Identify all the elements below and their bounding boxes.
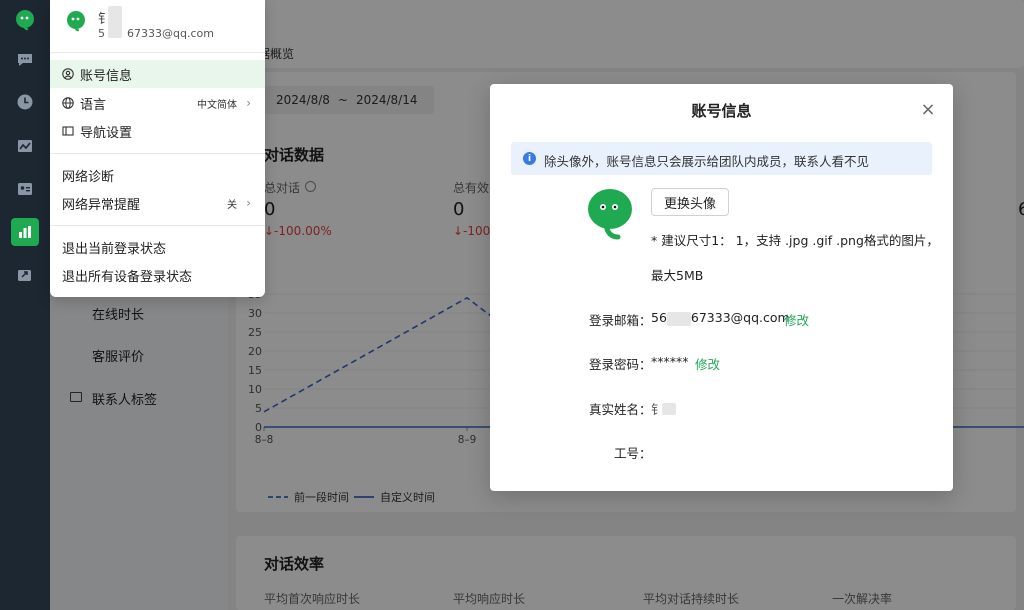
language-value: 中文简体	[197, 99, 237, 111]
user-menu: 钅 5 67333@qq.com 账号信息 语言 中文简体 › 导航设置 网络诊断…	[50, 0, 265, 297]
avatar-hint-line2: 最大5MB	[651, 268, 704, 283]
edit-email-link[interactable]: 修改	[784, 310, 809, 329]
menu-item-network-diagnosis[interactable]: 网络诊断	[50, 161, 265, 189]
menu-item-label: 退出所有设备登录状态	[62, 269, 193, 285]
menu-item-account-info[interactable]: 账号信息	[50, 60, 265, 88]
menu-divider	[50, 225, 265, 226]
app-logo-icon[interactable]	[11, 6, 39, 34]
menu-item-language[interactable]: 语言 中文简体 ›	[50, 89, 265, 117]
edit-password-link[interactable]: 修改	[695, 354, 720, 373]
jobno-label: 工号：	[614, 446, 652, 461]
password-label: 登录密码：	[589, 357, 652, 372]
user-email: 5 67333@qq.com	[98, 27, 214, 40]
redaction-mask	[662, 403, 676, 415]
sidebar-icon	[62, 125, 74, 137]
menu-item-logout-all[interactable]: 退出所有设备登录状态	[50, 261, 265, 289]
close-icon[interactable]: ×	[920, 99, 936, 120]
email-value: 56 67333@qq.com	[651, 310, 790, 326]
info-icon: i	[523, 152, 536, 165]
notice-text: 除头像外，账号信息只会展示给团队内成员，联系人看不见	[544, 154, 870, 169]
network-alert-value: 关	[227, 199, 237, 211]
menu-item-logout-current[interactable]: 退出当前登录状态	[50, 233, 265, 261]
password-value: ******	[651, 354, 689, 369]
trend-icon[interactable]	[11, 132, 39, 160]
menu-item-label: 退出当前登录状态	[62, 241, 167, 257]
chat-icon[interactable]	[11, 46, 39, 74]
avatar-image	[586, 187, 634, 241]
app-rail	[0, 0, 50, 610]
bar-chart-icon[interactable]	[11, 218, 39, 246]
menu-item-label: 网络诊断	[62, 169, 115, 185]
avatar-hint-line1: * 建议尺寸1： 1，支持 .jpg .gif .png格式的图片，	[651, 233, 939, 248]
email-label: 登录邮箱：	[589, 313, 652, 328]
menu-item-label: 网络异常提醒	[62, 197, 141, 213]
menu-item-label: 导航设置	[80, 125, 133, 141]
chevron-right-icon: ›	[246, 196, 251, 210]
user-avatar-icon	[64, 9, 88, 33]
realname-label: 真实姓名：	[589, 402, 652, 417]
notice-bar: i 除头像外，账号信息只会展示给团队内成员，联系人看不见	[511, 142, 932, 175]
contact-card-icon[interactable]	[11, 175, 39, 203]
menu-divider	[50, 52, 265, 53]
chevron-right-icon: ›	[246, 96, 251, 110]
menu-divider	[50, 153, 265, 154]
menu-item-label: 语言	[80, 97, 107, 113]
clock-icon[interactable]	[11, 88, 39, 116]
menu-item-network-alert[interactable]: 网络异常提醒 关 ›	[50, 189, 265, 217]
export-icon[interactable]	[11, 261, 39, 289]
menu-item-nav-settings[interactable]: 导航设置	[50, 117, 265, 145]
globe-icon	[62, 97, 74, 109]
menu-item-label: 账号信息	[80, 68, 133, 84]
change-avatar-button[interactable]: 更换头像	[651, 188, 729, 216]
user-circle-icon	[62, 68, 74, 80]
modal-title: 账号信息	[691, 102, 752, 120]
account-info-modal: 账号信息 × i 除头像外，账号信息只会展示给团队内成员，联系人看不见 更换头像…	[490, 84, 953, 491]
